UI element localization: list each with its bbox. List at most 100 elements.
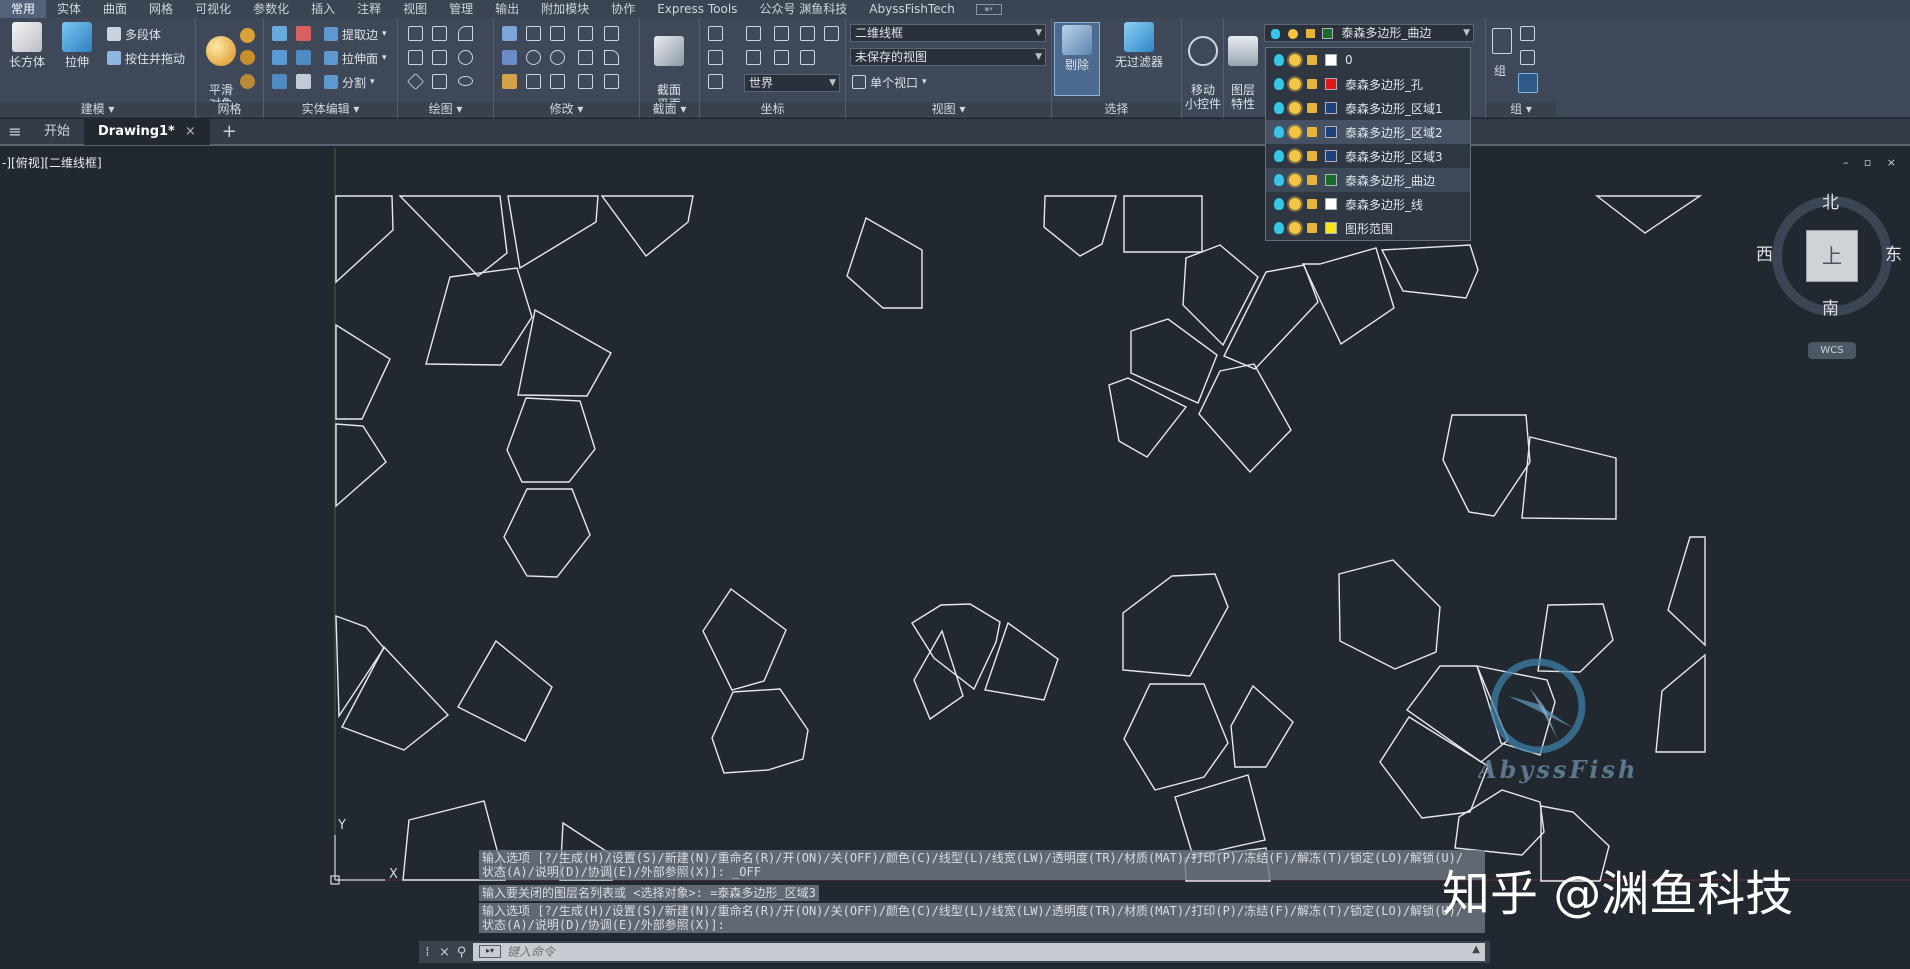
3d-align-icon[interactable] xyxy=(526,26,541,41)
command-input[interactable] xyxy=(473,943,1485,961)
sun-icon[interactable] xyxy=(1289,126,1301,138)
layer-row[interactable]: 泰森多边形_区域2 xyxy=(1266,120,1470,144)
close-icon[interactable]: × xyxy=(185,124,196,139)
array-icon[interactable] xyxy=(526,50,541,65)
slice-icon[interactable] xyxy=(296,50,311,65)
viewcube-top-face[interactable]: 上 xyxy=(1806,230,1858,282)
smooth-object-button[interactable]: 平滑 对象 xyxy=(198,22,244,111)
layer-row[interactable]: 泰森多边形_孔 xyxy=(1266,72,1470,96)
menu-manage[interactable]: 管理 xyxy=(438,0,484,18)
layer-row[interactable]: 泰森多边形_区域1 xyxy=(1266,96,1470,120)
mesh-sphere-icon[interactable] xyxy=(240,28,255,43)
menu-home[interactable]: 常用 xyxy=(0,0,47,18)
layer-row[interactable]: 泰森多边形_曲边 xyxy=(1266,168,1470,192)
menu-express-tools[interactable]: Express Tools xyxy=(646,0,748,18)
bulb-icon[interactable] xyxy=(1274,150,1284,162)
bulb-icon[interactable] xyxy=(1274,126,1284,138)
new-tab-button[interactable]: + xyxy=(210,121,249,142)
menu-visualize[interactable]: 可视化 xyxy=(184,0,242,18)
stretch-icon[interactable] xyxy=(526,74,541,89)
viewport-label[interactable]: -][俯视][二维线框] xyxy=(2,154,102,171)
separate-button[interactable]: 分割 ▾ xyxy=(324,74,375,90)
ucs-z-icon[interactable] xyxy=(824,26,839,41)
polysolid-button[interactable]: 多段体 xyxy=(107,26,161,42)
rectangle-icon[interactable] xyxy=(432,74,447,89)
lock-icon[interactable] xyxy=(1307,127,1317,137)
bulb-icon[interactable] xyxy=(1274,198,1284,210)
compass-north[interactable]: 北 xyxy=(1822,188,1839,213)
sun-icon[interactable] xyxy=(1289,150,1301,162)
panel-draw-title[interactable]: 绘图 ▾ xyxy=(398,102,493,116)
panel-mesh-title[interactable]: 网格 xyxy=(196,102,263,116)
drag-handle-icon[interactable]: ⁞ xyxy=(419,945,436,960)
viewcube[interactable]: 北 南 西 东 上 xyxy=(1756,193,1902,319)
ellipse-icon[interactable] xyxy=(458,76,473,86)
ribbon-toggle-icon[interactable]: ▪▾ xyxy=(975,3,1002,15)
menu-view[interactable]: 视图 xyxy=(392,0,438,18)
drawing-canvas[interactable]: Y X xyxy=(0,148,1910,969)
spline-icon[interactable] xyxy=(408,50,423,65)
visual-style-select[interactable]: 二维线框 ▼ xyxy=(850,24,1046,42)
lock-icon[interactable] xyxy=(1307,199,1317,209)
lock-icon[interactable] xyxy=(1307,79,1317,89)
ucs-face-icon[interactable] xyxy=(708,50,723,65)
lock-icon[interactable] xyxy=(1307,223,1317,233)
sun-icon[interactable] xyxy=(1289,174,1301,186)
section-plane-button[interactable]: 截面 平面 xyxy=(646,22,692,111)
subtract-icon[interactable] xyxy=(272,50,287,65)
sun-icon[interactable] xyxy=(1289,54,1301,66)
menu-output[interactable]: 输出 xyxy=(484,0,530,18)
saved-view-select[interactable]: 未保存的视图 ▼ xyxy=(850,48,1046,66)
3d-mirror-icon[interactable] xyxy=(502,50,517,65)
scale-icon[interactable] xyxy=(578,50,593,65)
close-icon[interactable]: × xyxy=(436,945,453,960)
menu-collaborate[interactable]: 协作 xyxy=(600,0,646,18)
thicken-icon[interactable] xyxy=(296,74,311,89)
panel-coordinates-title[interactable]: 坐标 xyxy=(700,102,845,116)
ungroup-icon[interactable] xyxy=(1520,26,1535,41)
viewport-controls[interactable]: – ▫ × xyxy=(1843,156,1902,169)
box-button[interactable]: 长方体 xyxy=(4,22,50,69)
mirror-icon[interactable] xyxy=(502,26,517,41)
layer-row[interactable]: 泰森多边形_线 xyxy=(1266,192,1470,216)
menu-solid[interactable]: 实体 xyxy=(46,0,92,18)
layer-properties-button[interactable]: 图层 特性 xyxy=(1224,22,1262,111)
menu-surface[interactable]: 曲面 xyxy=(92,0,138,18)
ucs-view-icon[interactable] xyxy=(800,50,815,65)
menu-annotate[interactable]: 注释 xyxy=(346,0,392,18)
menu-parametric[interactable]: 参数化 xyxy=(242,0,300,18)
ucs-world-icon[interactable] xyxy=(746,26,761,41)
panel-selection-title[interactable]: 选择 xyxy=(1052,102,1181,116)
lock-icon[interactable] xyxy=(1307,55,1317,65)
panel-section-title[interactable]: 截面 ▾ xyxy=(640,102,699,116)
arc-icon[interactable] xyxy=(458,26,473,41)
polyline-icon[interactable] xyxy=(432,26,447,41)
rotate-icon[interactable] xyxy=(550,50,565,65)
extract-edges-button[interactable]: 提取边 ▾ xyxy=(324,26,387,42)
customize-wrench-icon[interactable]: ⚲ xyxy=(453,945,470,960)
layer-row[interactable]: 图形范围 xyxy=(1266,216,1470,240)
extrude-button[interactable]: 拉伸 xyxy=(54,22,100,69)
panel-groups-title[interactable]: 组 ▾ xyxy=(1486,102,1556,116)
sun-icon[interactable] xyxy=(1289,198,1301,210)
panel-view-title[interactable]: 视图 ▾ xyxy=(846,102,1051,116)
rect-array-icon[interactable] xyxy=(604,74,619,89)
compass-east[interactable]: 东 xyxy=(1885,240,1902,265)
ucs-3point-icon[interactable] xyxy=(774,50,789,65)
tab-drawing1[interactable]: Drawing1* × xyxy=(84,118,210,145)
bulb-icon[interactable] xyxy=(1274,222,1284,234)
bulb-icon[interactable] xyxy=(1274,174,1284,186)
construction-line-icon[interactable] xyxy=(432,50,447,65)
mesh-refine-icon[interactable] xyxy=(240,74,255,89)
menu-wechat[interactable]: 公众号 渊鱼科技 xyxy=(748,0,858,18)
lock-icon[interactable] xyxy=(1307,151,1317,161)
polygon-icon[interactable] xyxy=(407,73,424,90)
trim-icon[interactable] xyxy=(604,26,619,41)
bulb-icon[interactable] xyxy=(1274,54,1284,66)
command-history-toggle-icon[interactable]: ▲ xyxy=(1472,944,1480,955)
panel-modeling-title[interactable]: 建模 ▾ xyxy=(0,102,195,116)
explode-icon[interactable] xyxy=(578,74,593,89)
bulb-icon[interactable] xyxy=(1274,102,1284,114)
sun-icon[interactable] xyxy=(1289,222,1301,234)
presspull-button[interactable]: 按住并拖动 xyxy=(107,50,185,66)
